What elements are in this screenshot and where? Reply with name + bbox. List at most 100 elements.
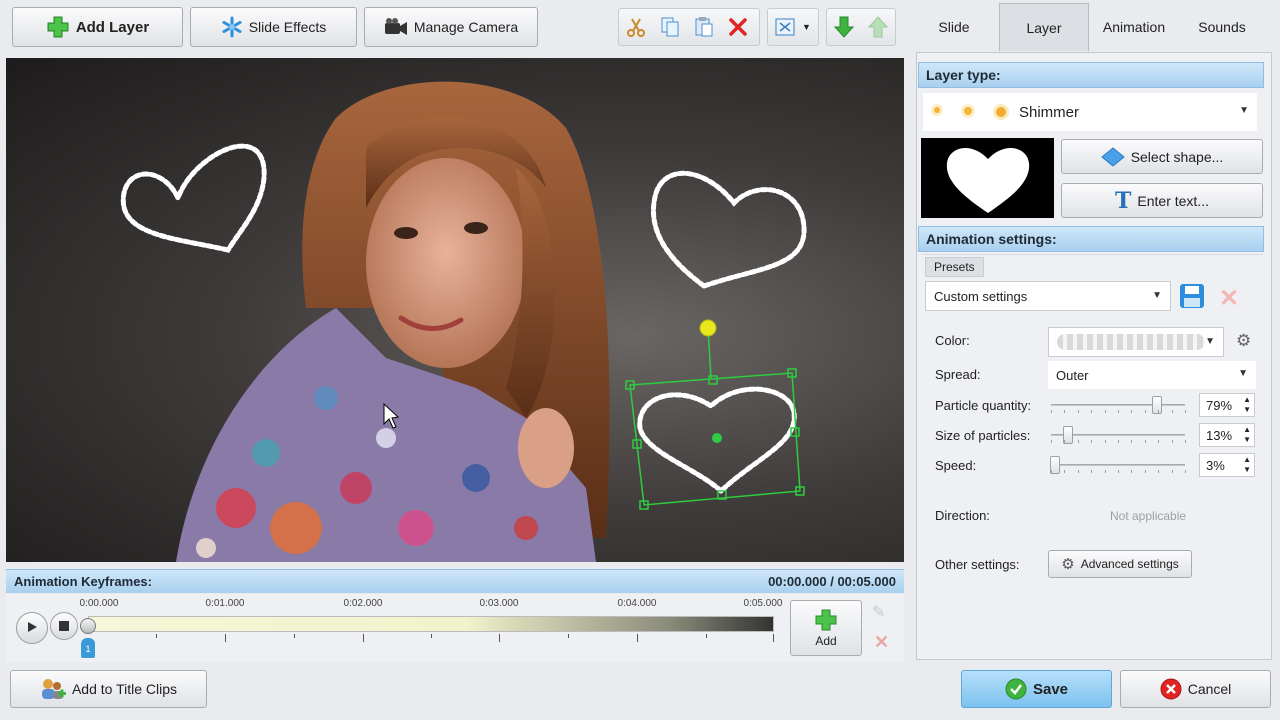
speed-input[interactable]: 3% ▲ ▼ xyxy=(1199,453,1255,477)
speed-value: 3% xyxy=(1206,457,1225,473)
spinner-arrows-icon[interactable]: ▲ ▼ xyxy=(1243,455,1251,475)
advanced-settings-label: Advanced settings xyxy=(1080,557,1179,571)
add-to-title-clips-button[interactable]: Add to Title Clips xyxy=(10,670,207,708)
tab-layer[interactable]: Layer xyxy=(999,3,1089,51)
slider-tick xyxy=(1131,470,1133,473)
slider-tick xyxy=(1131,410,1133,413)
slider-tick xyxy=(1077,410,1079,413)
particle-quantity-thumb[interactable] xyxy=(1151,396,1162,414)
slider-tick xyxy=(1118,410,1119,413)
heart-shape-icon xyxy=(946,147,1029,213)
play-button[interactable] xyxy=(16,612,48,644)
manage-camera-label: Manage Camera xyxy=(413,19,519,35)
slider-tick xyxy=(1144,440,1146,443)
layer-selection-frame[interactable] xyxy=(625,319,805,510)
stop-button[interactable] xyxy=(50,612,78,640)
slide-effects-button[interactable]: Slide Effects xyxy=(190,7,357,47)
save-label: Save xyxy=(1032,680,1069,698)
speed-slider[interactable] xyxy=(1051,464,1185,466)
play-icon xyxy=(26,621,38,636)
preset-value: Custom settings xyxy=(934,288,1028,304)
cancel-button[interactable]: Cancel xyxy=(1120,670,1271,708)
fit-dropdown-button[interactable]: ▼ xyxy=(767,8,819,46)
slider-tick xyxy=(1064,410,1066,413)
color-select[interactable]: ▼ xyxy=(1048,327,1224,357)
size-input[interactable]: 13% ▲ ▼ xyxy=(1199,423,1255,447)
copy-icon[interactable] xyxy=(653,10,687,44)
chevron-down-icon: ▼ xyxy=(1239,105,1249,116)
cancel-icon xyxy=(1160,678,1182,700)
tab-layer-label: Layer xyxy=(1026,19,1062,36)
slider-tick xyxy=(1091,440,1093,443)
paste-icon[interactable] xyxy=(687,10,721,44)
slide-preview[interactable] xyxy=(6,58,904,562)
spread-select[interactable]: Outer ▼ xyxy=(1048,361,1256,389)
manage-camera-button[interactable]: Manage Camera xyxy=(364,7,538,47)
tick-label: 0:05.000 xyxy=(743,598,783,609)
gear-icon: ⚙ xyxy=(1061,556,1075,573)
color-settings-gear-icon[interactable]: ⚙ xyxy=(1236,331,1251,351)
slider-tick xyxy=(1171,470,1173,473)
slider-tick xyxy=(1158,410,1160,413)
bottom-bar: Add to Title Clips Save Cancel xyxy=(0,664,1280,720)
playhead-handle[interactable] xyxy=(80,618,96,634)
slider-tick xyxy=(1104,440,1106,443)
timeline-tick xyxy=(499,634,500,642)
main-toolbar: Add Layer Slide Effects Manage Camera ▼ xyxy=(0,0,906,56)
sparkle-icon xyxy=(931,104,1009,120)
presets-group: Presets Custom settings ▼ ✕ xyxy=(923,254,1263,314)
tab-animation-label: Animation xyxy=(1102,19,1166,35)
tick-label: 0:03.000 xyxy=(479,598,519,609)
particle-quantity-slider[interactable] xyxy=(1051,404,1185,406)
particle-quantity-input[interactable]: 79% ▲ ▼ xyxy=(1199,393,1255,417)
edit-keyframe-icon[interactable]: ✎ xyxy=(872,602,892,622)
diamond-icon xyxy=(1100,146,1125,167)
add-layer-button[interactable]: Add Layer xyxy=(12,7,183,47)
direction-value: Not applicable xyxy=(1110,509,1187,523)
fit-screen-icon xyxy=(768,10,802,44)
enter-text-button[interactable]: T Enter text... xyxy=(1061,183,1263,218)
delete-icon[interactable] xyxy=(721,10,755,44)
slider-tick xyxy=(1091,410,1093,413)
slider-tick xyxy=(1077,470,1079,473)
keyframe-marker[interactable]: 1 xyxy=(81,638,95,658)
delete-keyframe-icon[interactable]: ✕ xyxy=(874,632,894,652)
slider-tick xyxy=(1158,470,1160,473)
delete-preset-icon[interactable]: ✕ xyxy=(1219,284,1239,313)
timeline-track[interactable] xyxy=(88,616,774,632)
advanced-settings-button[interactable]: ⚙ Advanced settings xyxy=(1048,550,1192,578)
layer-type-value: Shimmer xyxy=(1019,103,1080,121)
spinner-arrows-icon[interactable]: ▲ ▼ xyxy=(1243,395,1251,415)
timeline-tick xyxy=(294,634,295,638)
chevron-down-icon: ▼ xyxy=(802,22,811,32)
preset-select[interactable]: Custom settings ▼ xyxy=(925,281,1171,311)
layer-type-select[interactable]: Shimmer ▼ xyxy=(923,93,1257,131)
add-layer-label: Add Layer xyxy=(75,18,150,36)
animation-settings-header: Animation settings: xyxy=(918,226,1264,252)
move-down-arrow-icon[interactable] xyxy=(827,10,861,44)
slider-tick xyxy=(1144,410,1146,413)
cut-icon[interactable] xyxy=(619,10,653,44)
select-shape-button[interactable]: Select shape... xyxy=(1061,139,1263,174)
tab-animation[interactable]: Animation xyxy=(1090,3,1178,51)
save-button[interactable]: Save xyxy=(961,670,1112,708)
keyframes-header: Animation Keyframes: 00:00.000 / 00:05.0… xyxy=(6,569,904,593)
slide-effects-label: Slide Effects xyxy=(248,19,327,35)
tab-slide[interactable]: Slide xyxy=(910,3,998,51)
speed-label: Speed: xyxy=(935,458,977,473)
tab-slide-label: Slide xyxy=(938,19,970,35)
tab-sounds[interactable]: Sounds xyxy=(1179,3,1265,51)
save-preset-icon[interactable] xyxy=(1179,283,1205,312)
color-label: Color: xyxy=(935,333,970,348)
slider-tick xyxy=(1064,440,1066,443)
camera-icon xyxy=(384,17,408,37)
spinner-arrows-icon[interactable]: ▲ ▼ xyxy=(1243,425,1251,445)
slider-tick xyxy=(1185,410,1186,413)
timeline-tick xyxy=(156,634,157,638)
move-up-arrow-icon[interactable] xyxy=(861,10,895,44)
add-keyframe-button[interactable]: Add xyxy=(790,600,862,656)
slider-tick xyxy=(1185,440,1186,443)
direction-label: Direction: xyxy=(935,508,990,523)
size-label: Size of particles: xyxy=(935,428,1031,443)
order-tools-group xyxy=(826,8,896,46)
